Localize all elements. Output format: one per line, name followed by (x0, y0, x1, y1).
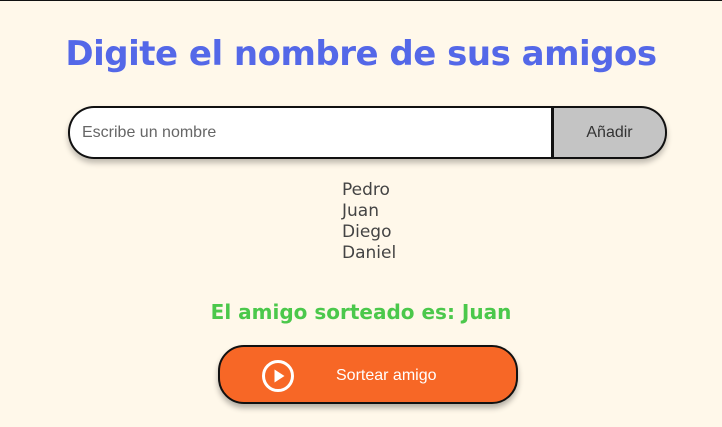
friend-item: Pedro (342, 180, 390, 200)
friend-item: Daniel (342, 243, 397, 263)
name-input[interactable] (68, 106, 554, 159)
draw-friend-button[interactable]: Sortear amigo (218, 345, 518, 404)
page-title: Digite el nombre de sus amigos (65, 34, 657, 74)
friend-item: Diego (342, 222, 392, 242)
friends-list: Pedro Juan Diego Daniel (342, 180, 396, 264)
draw-button-label: Sortear amigo (336, 367, 437, 384)
play-circle-icon (261, 359, 295, 393)
add-friend-form: Añadir (68, 106, 667, 159)
add-button[interactable]: Añadir (554, 106, 667, 159)
draw-result: El amigo sorteado es: Juan (210, 300, 512, 324)
friend-item: Juan (342, 201, 379, 221)
